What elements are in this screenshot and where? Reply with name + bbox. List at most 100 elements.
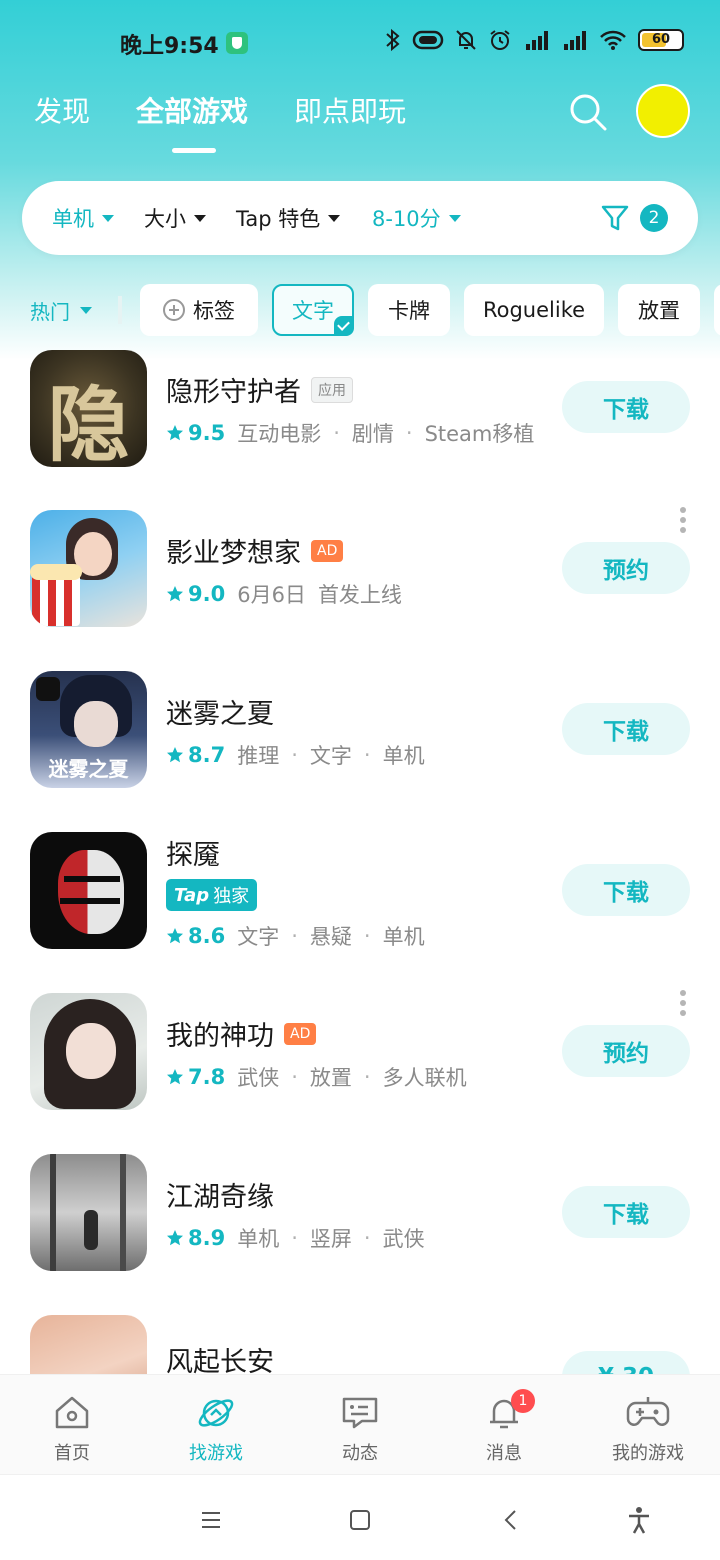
character-face	[74, 701, 118, 747]
more-options-icon[interactable]	[680, 990, 688, 1018]
bottom-tab-label: 首页	[54, 1443, 90, 1464]
filter-bar: 单机 大小 Tap 特色 8-10分	[22, 181, 698, 255]
accessibility-icon[interactable]	[624, 1505, 654, 1535]
filter-score[interactable]: 8-10分	[372, 203, 461, 233]
tag-text: 单机	[382, 744, 425, 768]
signal-hd-icon	[526, 31, 548, 50]
list-item[interactable]: 探魇 Tap 独家 8.6 文字 · 悬疑 · 单机 下载	[0, 823, 720, 983]
separator: ·	[291, 1065, 298, 1089]
star-icon	[167, 1069, 183, 1085]
tag-text: 互动电影	[237, 422, 322, 446]
more-options-icon[interactable]	[680, 507, 688, 535]
bamboo-stalk	[120, 1154, 126, 1271]
buy-button[interactable]: ¥ 30	[562, 1351, 690, 1374]
tag-roguelike[interactable]: Roguelike	[464, 284, 604, 336]
list-item[interactable]: 江湖奇缘 8.9 单机 · 竖屏 · 武侠 下载	[0, 1145, 720, 1305]
game-title-row: 迷雾之夏	[166, 692, 274, 731]
filter-tap-feature[interactable]: Tap 特色	[236, 203, 341, 233]
tab-all-games[interactable]: 全部游戏	[136, 90, 248, 153]
tag-text: 推理	[237, 744, 280, 768]
chevron-down-icon	[194, 214, 206, 222]
game-meta: 8.9 单机 · 竖屏 · 武侠	[166, 1223, 425, 1253]
tag-text[interactable]: 文字	[272, 284, 354, 336]
bottom-tab-bar: 首页 找游戏 动态 消息 1 我的游戏	[0, 1374, 720, 1474]
download-button[interactable]: 下载	[562, 703, 690, 755]
filter-tap-feature-label: Tap 特色	[236, 207, 321, 231]
separator: ·	[363, 1226, 371, 1250]
bottom-tab-feed[interactable]: 动态	[288, 1375, 432, 1474]
list-item[interactable]: 影业梦想家 AD 9.0 6月6日 首发上线 预约	[0, 501, 720, 661]
top-tabs: 发现 全部游戏 即点即玩	[34, 90, 406, 153]
tag-card[interactable]: 卡牌	[368, 284, 450, 336]
bottom-tab-home[interactable]: 首页	[0, 1375, 144, 1474]
rating-value: 9.0	[188, 582, 226, 606]
back-icon[interactable]	[496, 1505, 526, 1535]
tag-label: 文字	[292, 299, 334, 323]
game-title: 风起长安	[166, 1347, 274, 1374]
list-item[interactable]: 迷雾之夏 迷雾之夏 8.7 推理 · 文字 · 单机 下载	[0, 662, 720, 822]
game-icon	[30, 993, 147, 1110]
bottom-tab-messages[interactable]: 消息 1	[432, 1375, 576, 1474]
tab-discover[interactable]: 发现	[34, 90, 90, 130]
star-icon	[167, 1230, 183, 1246]
filter-mode[interactable]: 单机	[52, 203, 114, 233]
security-shield-icon	[226, 32, 248, 54]
list-item[interactable]: 风起长安 ¥ 30	[0, 1306, 720, 1374]
notification-badge: 1	[511, 1389, 535, 1413]
separator: ·	[291, 1226, 298, 1250]
tag-text: 多人联机	[382, 1066, 467, 1090]
list-item[interactable]: 我的神功 AD 7.8 武侠 · 放置 · 多人联机 预约	[0, 984, 720, 1144]
tag-idle[interactable]: 放置	[618, 284, 700, 336]
funnel-icon[interactable]	[600, 203, 630, 233]
tag-text: 单机	[382, 925, 425, 949]
download-button[interactable]: 下载	[562, 864, 690, 916]
battery-level: 60	[651, 32, 671, 47]
app-badge: 应用	[311, 376, 353, 403]
list-item[interactable]: 隐 隐形守护者 应用 9.5 互动电影 · 剧情 · Steam移植 下载	[0, 340, 720, 500]
search-icon[interactable]	[568, 92, 608, 132]
chevron-down-icon	[102, 214, 114, 222]
reserve-button[interactable]: 预约	[562, 542, 690, 594]
game-meta: 9.0 6月6日 首发上线	[166, 579, 402, 609]
download-button[interactable]: 下载	[562, 381, 690, 433]
bottom-tab-find-games[interactable]: 找游戏	[144, 1375, 288, 1474]
tag-text: 武侠	[237, 1066, 280, 1090]
game-icon	[30, 1154, 147, 1271]
separator: ·	[405, 421, 413, 445]
tag-label: 放置	[638, 299, 680, 323]
character-face	[66, 1023, 116, 1079]
game-title: 探魇	[166, 840, 220, 871]
swordsman-figure	[84, 1210, 98, 1250]
system-nav-bar	[0, 1474, 720, 1560]
game-icon-text: 隐	[47, 377, 130, 467]
game-title: 影业梦想家	[166, 538, 301, 569]
game-title-row: 江湖奇缘	[166, 1175, 274, 1214]
add-tag-button[interactable]: 标签	[140, 284, 258, 336]
tag-more[interactable]	[714, 284, 720, 336]
star-icon	[167, 425, 183, 441]
reserve-button[interactable]: 预约	[562, 1025, 690, 1077]
avatar[interactable]	[636, 84, 690, 138]
sort-dropdown[interactable]: 热门	[30, 296, 92, 325]
rating: 8.7	[166, 743, 225, 767]
face-mask-image	[58, 850, 124, 934]
tap-exclusive-text: 独家	[213, 886, 250, 907]
rating: 8.9	[166, 1226, 225, 1250]
plus-icon	[163, 299, 185, 321]
game-list: 隐 隐形守护者 应用 9.5 互动电影 · 剧情 · Steam移植 下载 影业梦想…	[0, 340, 720, 1374]
rating-value: 9.5	[188, 421, 226, 445]
bluetooth-icon	[386, 28, 400, 52]
rabbit-logo-icon	[36, 677, 60, 701]
bottom-tab-my-games[interactable]: 我的游戏	[576, 1375, 720, 1474]
menu-icon[interactable]	[196, 1505, 226, 1535]
game-title: 隐形守护者	[166, 377, 301, 408]
tag-text: 武侠	[382, 1227, 425, 1251]
rating: 9.0	[166, 582, 225, 606]
home-square-icon[interactable]	[345, 1505, 375, 1535]
bottom-tab-label: 动态	[342, 1443, 378, 1464]
add-tag-label: 标签	[193, 299, 235, 323]
rating: 8.6	[166, 924, 225, 948]
tab-instant-play[interactable]: 即点即玩	[294, 90, 406, 130]
download-button[interactable]: 下载	[562, 1186, 690, 1238]
filter-size[interactable]: 大小	[144, 203, 206, 233]
